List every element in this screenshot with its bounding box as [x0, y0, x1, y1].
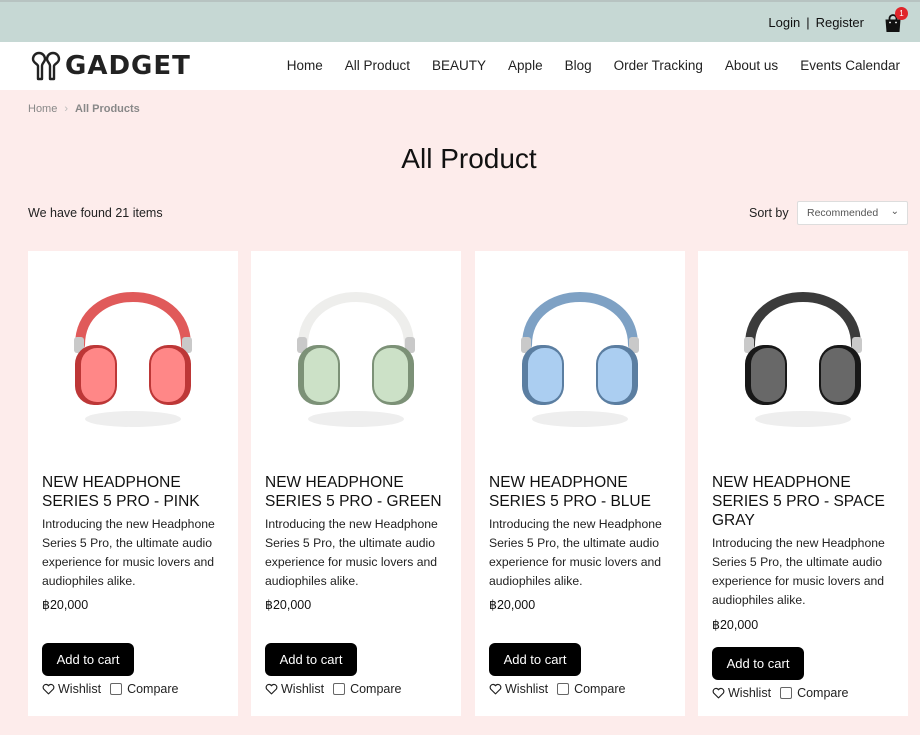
- breadcrumb-home[interactable]: Home: [28, 103, 57, 115]
- main-nav: Home All Product BEAUTY Apple Blog Order…: [265, 58, 900, 73]
- headphone-image[interactable]: [475, 251, 685, 461]
- headphone-image[interactable]: [28, 251, 238, 461]
- top-bar: Login | Register 1: [0, 0, 920, 42]
- product-price: ฿20,000: [712, 618, 759, 632]
- logo-text: GADGET: [65, 51, 191, 81]
- nav-beauty[interactable]: BEAUTY: [432, 58, 486, 73]
- heart-icon[interactable]: [712, 687, 725, 699]
- product-card[interactable]: NEW HEADPHONE SERIES 5 PRO - BLUE Introd…: [475, 251, 685, 716]
- logo[interactable]: GADGET: [30, 50, 191, 82]
- product-name[interactable]: NEW HEADPHONE SERIES 5 PRO - BLUE: [489, 473, 675, 511]
- product-description: Introducing the new Headphone Series 5 P…: [489, 517, 662, 588]
- card-actions: Wishlist Compare: [489, 682, 625, 696]
- add-to-cart-button[interactable]: Add to cart: [712, 647, 804, 680]
- main-header: GADGET Home All Product BEAUTY Apple Blo…: [0, 42, 920, 90]
- nav-apple[interactable]: Apple: [508, 58, 543, 73]
- earbuds-logo-icon: [31, 51, 61, 81]
- compare-checkbox[interactable]: [110, 683, 123, 695]
- wishlist-link[interactable]: Wishlist: [58, 682, 101, 696]
- add-to-cart-button[interactable]: Add to cart: [265, 643, 357, 676]
- register-link[interactable]: Register: [816, 15, 864, 30]
- card-actions: Wishlist Compare: [265, 682, 401, 696]
- results-count: We have found 21 items: [28, 206, 163, 220]
- breadcrumb: Home › All Products: [28, 103, 140, 115]
- sort-label: Sort by: [749, 206, 789, 220]
- breadcrumb-current: All Products: [75, 103, 140, 115]
- compare-checkbox[interactable]: [780, 687, 793, 699]
- nav-home[interactable]: Home: [287, 58, 323, 73]
- nav-all-product[interactable]: All Product: [345, 58, 410, 73]
- product-description: Introducing the new Headphone Series 5 P…: [712, 536, 885, 607]
- product-price: ฿20,000: [489, 598, 536, 612]
- product-description: Introducing the new Headphone Series 5 P…: [265, 517, 438, 588]
- card-actions: Wishlist Compare: [42, 682, 178, 696]
- product-price: ฿20,000: [265, 598, 312, 612]
- login-link[interactable]: Login: [768, 15, 800, 30]
- cart-count-badge: 1: [895, 7, 908, 20]
- compare-label[interactable]: Compare: [574, 682, 625, 696]
- product-description: Introducing the new Headphone Series 5 P…: [42, 517, 215, 588]
- heart-icon[interactable]: [265, 683, 278, 695]
- sort-selected-value: Recommended: [807, 207, 879, 219]
- compare-checkbox[interactable]: [557, 683, 570, 695]
- card-actions: Wishlist Compare: [712, 686, 848, 700]
- auth-links: Login | Register: [768, 15, 864, 30]
- sort-select[interactable]: Recommended ⌄: [797, 201, 908, 225]
- chevron-right-icon: ›: [64, 103, 69, 115]
- nav-blog[interactable]: Blog: [565, 58, 592, 73]
- wishlist-link[interactable]: Wishlist: [281, 682, 324, 696]
- product-name[interactable]: NEW HEADPHONE SERIES 5 PRO - GREEN: [265, 473, 451, 511]
- cart-button[interactable]: 1: [883, 7, 908, 33]
- product-name[interactable]: NEW HEADPHONE SERIES 5 PRO - SPACE GRAY: [712, 473, 898, 530]
- compare-label[interactable]: Compare: [127, 682, 178, 696]
- product-name[interactable]: NEW HEADPHONE SERIES 5 PRO - PINK: [42, 473, 228, 511]
- nav-about-us[interactable]: About us: [725, 58, 778, 73]
- compare-label[interactable]: Compare: [797, 686, 848, 700]
- auth-separator: |: [806, 15, 810, 30]
- compare-label[interactable]: Compare: [350, 682, 401, 696]
- page-title: All Product: [401, 143, 537, 174]
- product-card[interactable]: NEW HEADPHONE SERIES 5 PRO - PINK Introd…: [28, 251, 238, 716]
- nav-order-tracking[interactable]: Order Tracking: [614, 58, 703, 73]
- add-to-cart-button[interactable]: Add to cart: [42, 643, 134, 676]
- nav-events-calendar[interactable]: Events Calendar: [800, 58, 900, 73]
- add-to-cart-button[interactable]: Add to cart: [489, 643, 581, 676]
- heart-icon[interactable]: [42, 683, 55, 695]
- product-card[interactable]: NEW HEADPHONE SERIES 5 PRO - GREEN Intro…: [251, 251, 461, 716]
- headphone-image[interactable]: [251, 251, 461, 461]
- wishlist-link[interactable]: Wishlist: [505, 682, 548, 696]
- headphone-image[interactable]: [698, 251, 908, 461]
- product-card[interactable]: NEW HEADPHONE SERIES 5 PRO - SPACE GRAY …: [698, 251, 908, 716]
- heart-icon[interactable]: [489, 683, 502, 695]
- product-price: ฿20,000: [42, 598, 89, 612]
- chevron-down-icon: ⌄: [890, 206, 899, 217]
- wishlist-link[interactable]: Wishlist: [728, 686, 771, 700]
- compare-checkbox[interactable]: [333, 683, 346, 695]
